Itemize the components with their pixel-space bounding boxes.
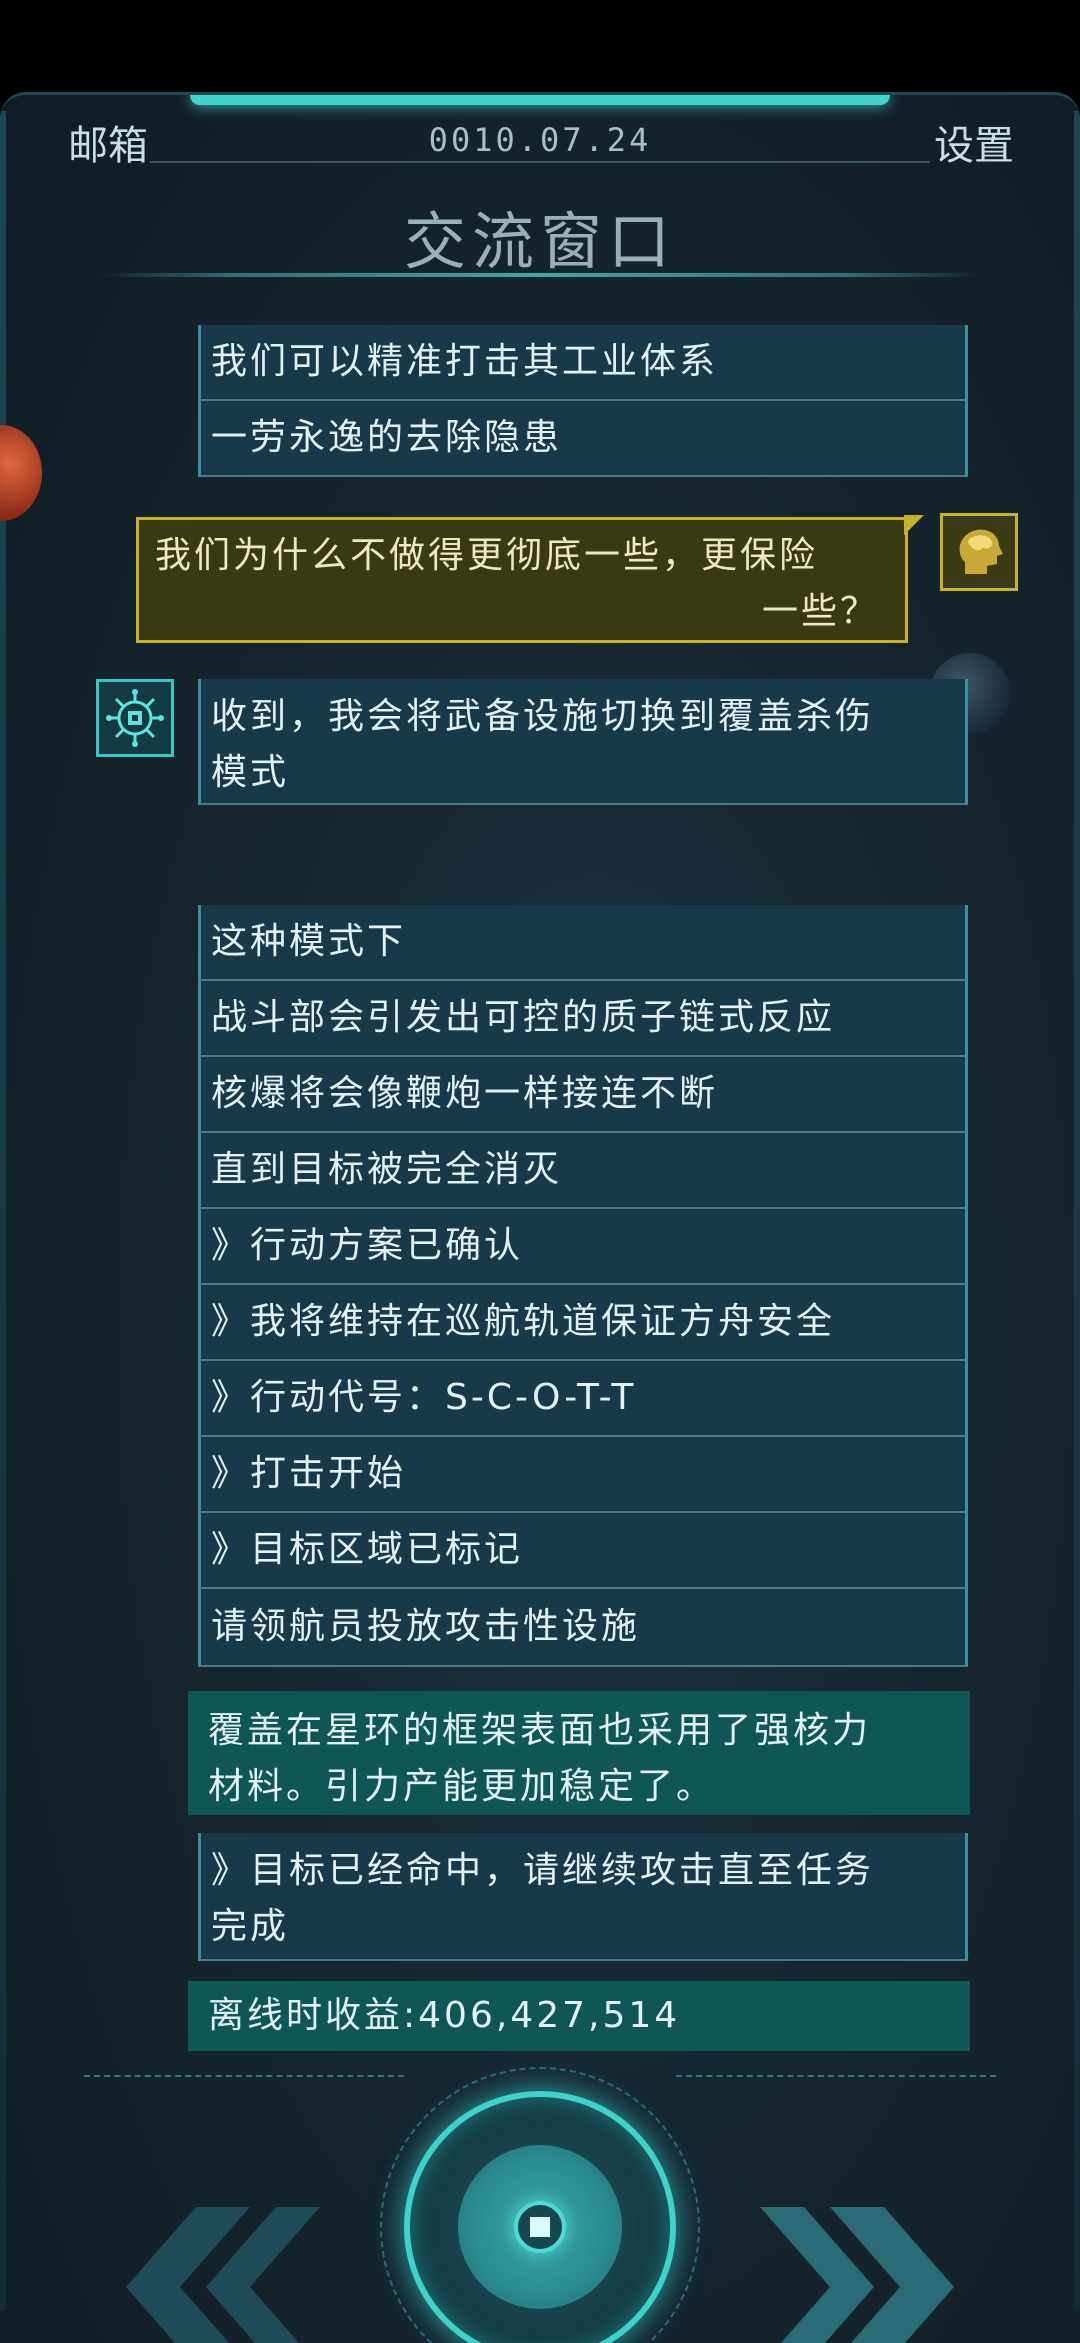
chat-log[interactable]: 我们可以精准打击其工业体系 一劳永逸的去除隐患 我们为什么不做得更彻底一些，更保…: [0, 95, 1080, 2343]
message-text: 模式: [211, 752, 290, 793]
offline-income-notice: 离线时收益:406,427,514: [188, 1981, 970, 2051]
notice-text: 材料。引力产能更加稳定了。: [208, 1766, 716, 1807]
status-bar: [0, 0, 1080, 92]
chat-message: 》我将维持在巡航轨道保证方舟安全: [198, 1285, 968, 1361]
message-text: 这种模式下: [211, 921, 407, 962]
message-text: 战斗部会引发出可控的质子链式反应: [211, 997, 836, 1038]
user-message-line: 我们为什么不做得更彻底一些，更保险: [155, 535, 819, 576]
chat-message: 》行动方案已确认: [198, 1209, 968, 1285]
bottom-divider-right: [676, 2075, 996, 2077]
chat-message: 》打击开始: [198, 1437, 968, 1513]
message-text: 》行动代号：S-C-O-T-T: [211, 1377, 637, 1418]
chat-message: 这种模式下: [198, 905, 968, 981]
chat-message: 请领航员投放攻击性设施: [198, 1589, 968, 1667]
message-text: 》打击开始: [211, 1453, 407, 1494]
human-head-brain-icon: [940, 513, 1018, 591]
message-text: 收到，我会将武备设施切换到覆盖杀伤: [211, 696, 875, 737]
game-panel: 邮箱 0010.07.24 设置 交流窗口 我们可以精准打击其工业体系 一劳永逸…: [0, 92, 1080, 2343]
double-chevron-right-icon[interactable]: [760, 2207, 980, 2343]
message-text: 》行动方案已确认: [211, 1225, 524, 1266]
chat-message: 》行动代号：S-C-O-T-T: [198, 1361, 968, 1437]
notice-text: 覆盖在星环的框架表面也采用了强核力: [208, 1710, 872, 1751]
chat-message: 》目标已经命中，请继续攻击直至任务 完成: [198, 1833, 968, 1961]
message-text: 》目标区域已标记: [211, 1529, 524, 1570]
chat-message: 战斗部会引发出可控的质子链式反应: [198, 981, 968, 1057]
system-notice: 覆盖在星环的框架表面也采用了强核力 材料。引力产能更加稳定了。: [188, 1691, 970, 1815]
chat-message: 一劳永逸的去除隐患: [198, 401, 968, 477]
user-bubble-tail: [904, 515, 924, 535]
chat-message: 我们可以精准打击其工业体系: [198, 325, 968, 401]
chat-message: 》目标区域已标记: [198, 1513, 968, 1589]
message-text: 我们可以精准打击其工业体系: [211, 341, 719, 382]
message-text: 一劳永逸的去除隐患: [211, 417, 563, 458]
ai-chip-icon: [96, 679, 174, 757]
double-chevron-left-icon[interactable]: [100, 2207, 320, 2343]
chat-message: 直到目标被完全消灭: [198, 1133, 968, 1209]
message-text: 完成: [211, 1906, 290, 1947]
bottom-divider-left: [84, 2075, 404, 2077]
message-text: 核爆将会像鞭炮一样接连不断: [211, 1073, 719, 1114]
message-text: 》目标已经命中，请继续攻击直至任务: [211, 1850, 875, 1891]
chat-message: 核爆将会像鞭炮一样接连不断: [198, 1057, 968, 1133]
user-message-line: 一些？: [761, 591, 879, 632]
offline-income-text: 离线时收益:406,427,514: [208, 1995, 681, 2036]
message-text: 》我将维持在巡航轨道保证方舟安全: [211, 1301, 836, 1342]
chat-message: 收到，我会将武备设施切换到覆盖杀伤 模式: [198, 679, 968, 805]
message-text: 请领航员投放攻击性设施: [211, 1606, 641, 1647]
core-button-center-dot: [530, 2217, 550, 2237]
user-message-bubble: 我们为什么不做得更彻底一些，更保险 一些？: [136, 517, 908, 643]
message-text: 直到目标被完全消灭: [211, 1149, 563, 1190]
